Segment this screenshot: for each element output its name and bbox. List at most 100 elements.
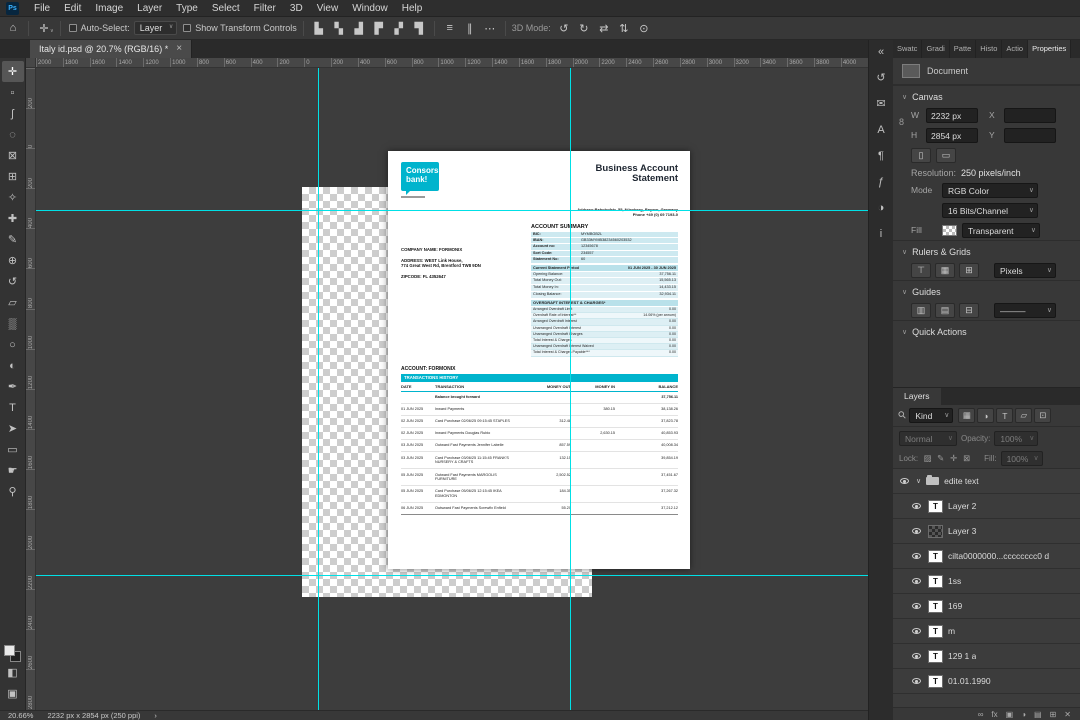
filter-adjustment-layers-icon[interactable]: ◑ <box>977 408 995 423</box>
adjustment-layer-icon[interactable]: ◑ <box>1021 710 1026 719</box>
quick-actions-section-header[interactable]: ∨ Quick Actions <box>893 320 1080 340</box>
3d-roll-icon[interactable]: ↻ <box>575 19 593 37</box>
frame-tool[interactable]: ⊞ <box>2 166 24 187</box>
expand-panels-icon[interactable]: « <box>871 43 892 60</box>
link-layers-icon[interactable]: ∞ <box>978 710 984 719</box>
align-vertical-centers-icon[interactable]: ▞ <box>390 19 408 37</box>
horizontal-ruler[interactable]: 2000 1800 1600 1400 1200 1000 800 600 400 200 0 200… <box>36 58 868 68</box>
history-brush-tool[interactable]: ↺ <box>2 271 24 292</box>
new-group-icon[interactable]: ▤ <box>1034 710 1042 719</box>
filter-pixel-layers-icon[interactable]: ▦ <box>958 408 976 423</box>
blur-tool[interactable]: ○ <box>2 334 24 355</box>
comments-panel-icon[interactable]: ✉ <box>871 95 892 112</box>
zoom-level[interactable]: 20.66% <box>8 711 33 720</box>
more-align-options-icon[interactable]: ⋯ <box>481 19 499 37</box>
info-panel-icon[interactable]: i <box>871 225 892 242</box>
layer-row[interactable]: Layer 3 <box>893 519 1080 544</box>
character-panel-icon[interactable]: A <box>871 121 892 138</box>
fill-swatch[interactable] <box>942 224 957 236</box>
screen-mode-tool[interactable]: ▣ <box>2 683 24 704</box>
gradient-tool[interactable]: ▒ <box>2 313 24 334</box>
layer-mask-icon[interactable]: ▣ <box>1006 710 1014 719</box>
height-field[interactable]: 2854 px <box>926 127 978 143</box>
menu-item-edit[interactable]: Edit <box>57 0 88 17</box>
snap-icon[interactable]: ⊞ <box>959 262 979 278</box>
type-tool[interactable]: T <box>2 397 24 418</box>
3d-drag-icon[interactable]: ⇄ <box>595 19 613 37</box>
layer-row[interactable]: Tcilta0000000...cccccccc0 d <box>893 544 1080 569</box>
width-field[interactable]: 2232 px <box>926 107 978 123</box>
visibility-toggle[interactable] <box>909 578 923 584</box>
align-right-edges-icon[interactable]: ▟ <box>350 19 368 37</box>
layer-thumbnail[interactable]: T <box>928 549 943 563</box>
document-tab[interactable]: Italy id.psd @ 20.7% (RGB/16) * × <box>30 40 193 58</box>
history-panel-icon[interactable]: ↺ <box>871 69 892 86</box>
layer-row[interactable]: T 169 <box>893 594 1080 619</box>
clone-stamp-tool[interactable]: ⊕ <box>2 250 24 271</box>
panel-tab-patte[interactable]: Patte <box>950 40 977 58</box>
layer-thumbnail[interactable]: T <box>928 599 943 613</box>
align-horizontal-centers-icon[interactable]: ▚ <box>330 19 348 37</box>
layer-row[interactable]: T 129 1 a <box>893 644 1080 669</box>
healing-brush-tool[interactable]: ✚ <box>2 208 24 229</box>
panel-tab-swatc[interactable]: Swatc <box>893 40 923 58</box>
menu-item-layer[interactable]: Layer <box>130 0 169 17</box>
layer-thumbnail[interactable]: T <box>928 574 943 588</box>
marquee-tool[interactable]: ▫ <box>2 82 24 103</box>
add-guide-icon[interactable]: ▥ <box>911 302 931 318</box>
lock-pixels-icon[interactable]: ✎ <box>935 453 946 464</box>
menu-item-image[interactable]: Image <box>88 0 130 17</box>
guides-section-header[interactable]: ∨ Guides <box>893 280 1080 300</box>
pen-tool[interactable]: ✒ <box>2 376 24 397</box>
canvas-area[interactable]: Consors bank! Business Account Statement… <box>36 68 868 710</box>
tab-layers[interactable]: Layers <box>893 388 941 405</box>
color-mode-dropdown[interactable]: RGB Color <box>942 182 1038 198</box>
filter-shape-layers-icon[interactable]: ▱ <box>1015 408 1033 423</box>
adjustments-panel-icon[interactable]: ◑ <box>871 199 892 216</box>
layer-row[interactable]: ∨ edite text <box>893 469 1080 494</box>
paragraph-panel-icon[interactable]: ¶ <box>871 147 892 164</box>
quick-mask-tool[interactable]: ◧ <box>2 662 24 683</box>
brush-tool[interactable]: ✎ <box>2 229 24 250</box>
delete-layer-icon[interactable]: ✕ <box>1064 710 1071 719</box>
eraser-tool[interactable]: ▱ <box>2 292 24 313</box>
guide-style-dropdown[interactable]: ——— <box>994 302 1056 318</box>
horizontal-guide[interactable] <box>36 575 868 576</box>
status-chevron-icon[interactable]: › <box>154 711 157 720</box>
layer-style-icon[interactable]: fx <box>991 710 997 719</box>
visibility-toggle[interactable] <box>909 503 923 509</box>
menu-item-file[interactable]: File <box>27 0 57 17</box>
glyphs-panel-icon[interactable]: ƒ <box>871 173 892 190</box>
menu-item-view[interactable]: View <box>310 0 346 17</box>
menu-item-window[interactable]: Window <box>345 0 395 17</box>
vertical-ruler[interactable]: 200 0 200 400 600 800 1000 1200 1400 1600 1800 2000… <box>26 68 36 710</box>
home-icon[interactable]: ⌂ <box>4 19 22 37</box>
layer-thumbnail[interactable]: T <box>928 674 943 688</box>
lock-transparency-icon[interactable]: ▨ <box>922 453 933 464</box>
path-select-tool[interactable]: ➤ <box>2 418 24 439</box>
layer-thumbnail[interactable]: T <box>928 624 943 638</box>
hand-tool[interactable]: ☛ <box>2 460 24 481</box>
visibility-toggle[interactable] <box>909 553 923 559</box>
units-dropdown[interactable]: Pixels <box>994 262 1056 278</box>
rulers-grids-section-header[interactable]: ∨ Rulers & Grids <box>893 240 1080 260</box>
new-layer-icon[interactable]: ⊞ <box>1050 710 1057 719</box>
fill-dropdown[interactable]: Transparent <box>962 222 1040 238</box>
move-tool[interactable]: ✛ <box>1 61 24 82</box>
visibility-toggle[interactable] <box>909 678 923 684</box>
lock-all-icon[interactable]: ⊠ <box>961 453 972 464</box>
guide-layout-icon[interactable]: ▤ <box>935 302 955 318</box>
close-icon[interactable]: × <box>176 44 182 54</box>
panel-tab-properties[interactable]: Properties <box>1028 40 1072 58</box>
menu-item-type[interactable]: Type <box>169 0 205 17</box>
statement-document[interactable]: Consors bank! Business Account Statement… <box>388 151 690 569</box>
layer-row[interactable]: T 01.01.1990 <box>893 669 1080 694</box>
menu-item-filter[interactable]: Filter <box>247 0 283 17</box>
show-transform-checkbox[interactable] <box>183 24 192 32</box>
layer-thumbnail[interactable]: T <box>928 499 943 513</box>
vertical-guide[interactable] <box>570 68 571 710</box>
lock-position-icon[interactable]: ✛ <box>948 453 959 464</box>
filter-smart-objects-icon[interactable]: ⊡ <box>1034 408 1052 423</box>
panel-tab-gradi[interactable]: Gradi <box>922 40 950 58</box>
chevron-down-icon[interactable]: ∨ <box>916 477 921 485</box>
